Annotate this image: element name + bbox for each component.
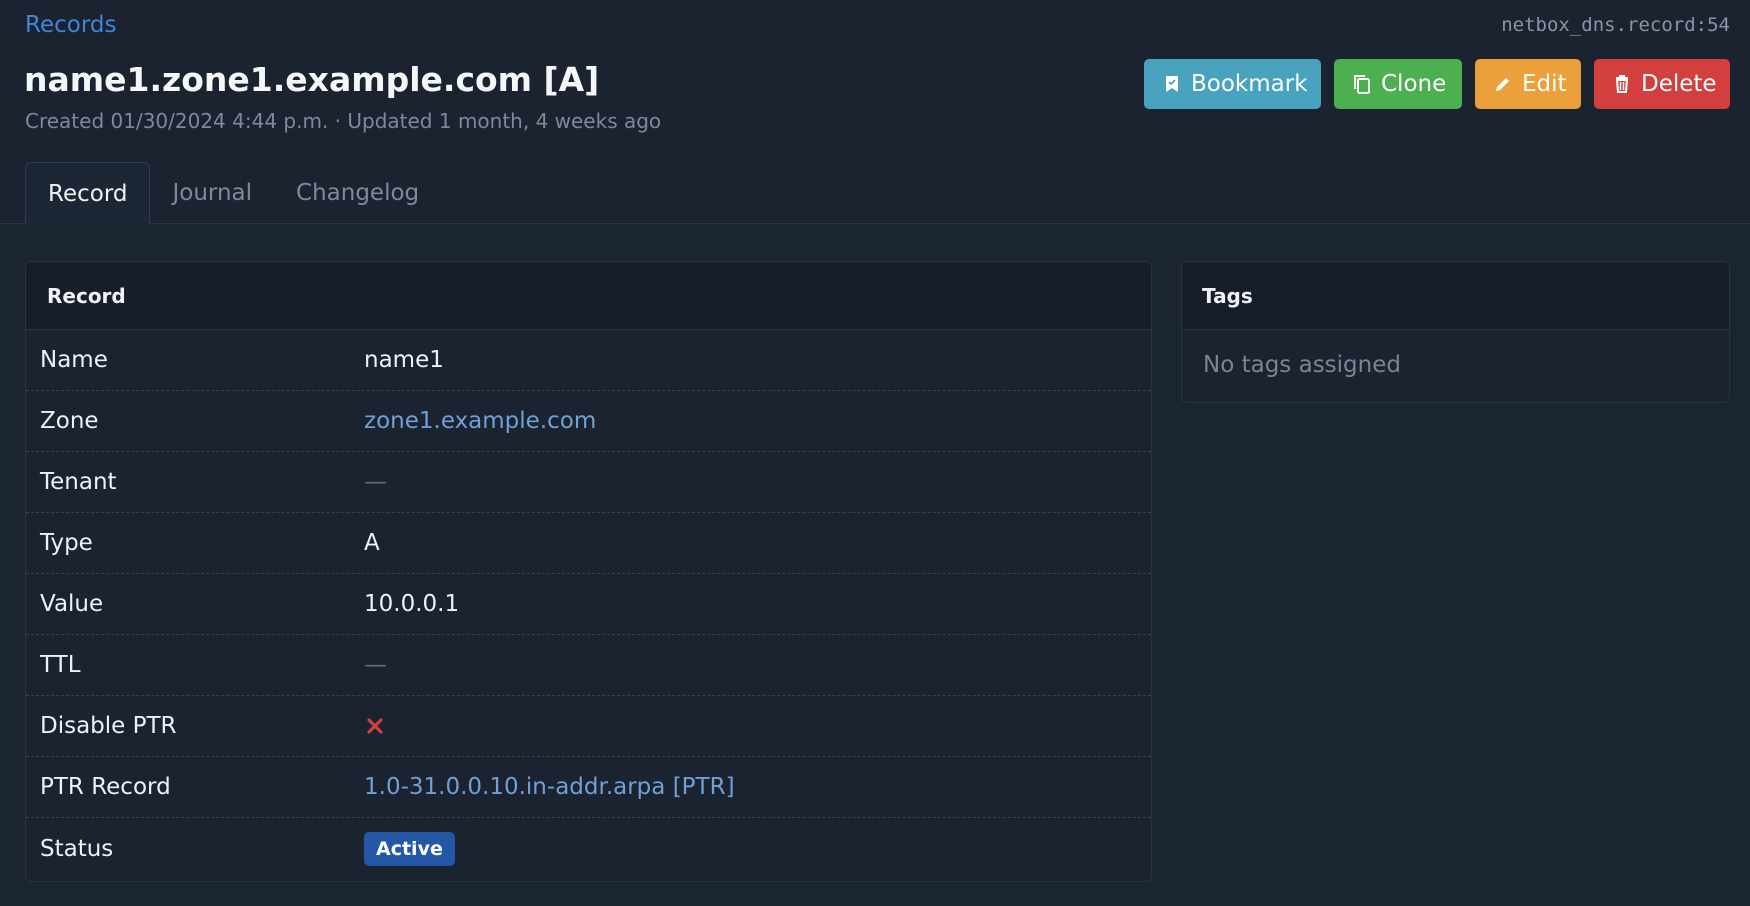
row-label: Disable PTR [40, 713, 177, 739]
tab-journal[interactable]: Journal [150, 162, 274, 224]
record-row-zone: Zone zone1.example.com [26, 391, 1151, 452]
tab-record[interactable]: Record [25, 162, 151, 225]
row-label: PTR Record [40, 774, 171, 800]
ptr-record-link[interactable]: 1.0-31.0.0.10.in-addr.arpa [PTR] [364, 774, 735, 800]
bookmark-icon [1166, 76, 1178, 92]
status-value: Active [364, 831, 455, 866]
tenant-value: — [364, 469, 387, 495]
bookmark-button[interactable]: Bookmark [1144, 59, 1321, 109]
x-icon [367, 718, 383, 734]
object-tabs: Record Journal Changelog [25, 162, 441, 225]
record-card: Record Name name1 Zone zone1.example.com… [25, 261, 1152, 882]
tags-card-title: Tags [1182, 262, 1729, 330]
row-label: Value [40, 591, 104, 617]
bookmark-label: Bookmark [1191, 71, 1308, 97]
row-label: Name [40, 347, 108, 373]
record-row-value: Value 10.0.0.1 [26, 574, 1151, 635]
object-identifier: netbox_dns.record:54 [1501, 14, 1730, 36]
row-label: TTL [40, 652, 81, 678]
record-row-ttl: TTL — [26, 635, 1151, 696]
action-buttons: Bookmark Clone Edit Delete [1144, 59, 1730, 109]
clone-label: Clone [1381, 71, 1447, 97]
zone-link[interactable]: zone1.example.com [364, 408, 596, 434]
disable-ptr-value [364, 715, 386, 737]
page-header: Records netbox_dns.record:54 name1.zone1… [0, 0, 1750, 225]
row-label: Tenant [40, 469, 117, 495]
record-row-disable-ptr: Disable PTR [26, 696, 1151, 757]
record-row-tenant: Tenant — [26, 452, 1151, 513]
no-tags-message: No tags assigned [1203, 352, 1401, 378]
edit-button[interactable]: Edit [1475, 59, 1581, 109]
edit-label: Edit [1522, 71, 1567, 97]
record-card-title: Record [26, 262, 1151, 330]
row-label: Type [40, 530, 93, 556]
pencil-icon [1496, 78, 1509, 91]
breadcrumb-records-link[interactable]: Records [25, 12, 116, 38]
record-row-status: Status Active [26, 818, 1151, 879]
type-value: A [364, 530, 380, 556]
record-row-name: Name name1 [26, 330, 1151, 391]
trash-icon [1615, 75, 1629, 93]
tab-changelog[interactable]: Changelog [274, 162, 441, 224]
clone-button[interactable]: Clone [1334, 59, 1462, 109]
tags-card: Tags No tags assigned [1181, 261, 1730, 403]
record-row-ptr-record: PTR Record 1.0-31.0.0.10.in-addr.arpa [P… [26, 757, 1151, 818]
ttl-value: — [364, 652, 387, 678]
page-title: name1.zone1.example.com [A] [24, 60, 600, 99]
delete-label: Delete [1641, 71, 1717, 97]
clone-icon [1354, 75, 1370, 94]
delete-button[interactable]: Delete [1594, 59, 1730, 109]
row-label: Zone [40, 408, 99, 434]
created-updated-meta: Created 01/30/2024 4:44 p.m. · Updated 1… [25, 109, 662, 133]
row-label: Status [40, 835, 114, 862]
status-badge: Active [364, 831, 455, 866]
name-value: name1 [364, 347, 444, 373]
value-value: 10.0.0.1 [364, 591, 460, 617]
record-row-type: Type A [26, 513, 1151, 574]
